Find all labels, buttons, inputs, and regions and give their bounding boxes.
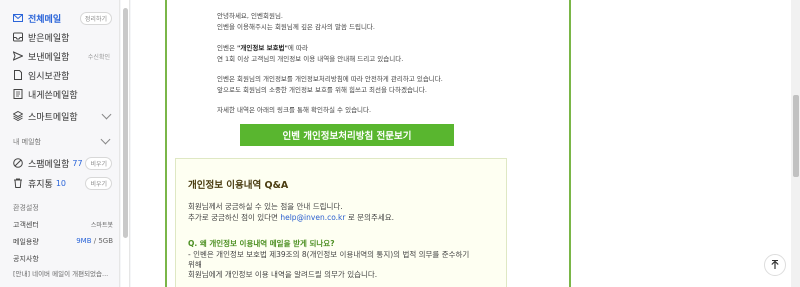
notice-text: [안내] 네이버 메일이 개편되었습... [13, 270, 109, 278]
empty-spam-button[interactable]: 비우기 [85, 156, 112, 170]
arrow-up-icon [771, 260, 779, 269]
folder-all-mail[interactable]: 전체메일 정리하기 [0, 9, 119, 27]
qa-intro-prefix: 추가로 궁금하신 점이 있다면 [188, 213, 281, 222]
capacity-used: 9MB [76, 237, 92, 245]
folder-smart[interactable]: 스마트메일함 [0, 107, 119, 125]
law-suffix: 에 따라 [287, 44, 308, 52]
qa-intro-suffix: 로 문의주세요. [345, 213, 395, 222]
layers-icon [13, 111, 23, 121]
folder-trash[interactable]: 휴지통 10 비우기 [0, 174, 119, 192]
support-label: 고객센터 [13, 221, 39, 229]
folder-label: 보낸메일함 [28, 52, 70, 63]
detail-text: 자세한 내역은 아래의 링크를 통해 확인하실 수 있습니다. [217, 106, 372, 114]
inbox-icon [13, 32, 23, 42]
help-email-link[interactable]: help@inven.co.kr [280, 213, 345, 222]
chevron-down-icon[interactable] [101, 109, 112, 120]
folder-label: 내게쓴메일함 [28, 90, 78, 101]
trash-icon [13, 178, 23, 188]
privacy-policy-button[interactable]: 인벤 개인정보처리방침 전문보기 [240, 124, 454, 146]
note-icon [13, 89, 23, 99]
empty-trash-button[interactable]: 비우기 [85, 176, 112, 190]
sidebar-scrollbar[interactable] [121, 0, 130, 287]
scrollbar-thumb[interactable] [123, 8, 128, 238]
settings-link[interactable]: 환경설정 [13, 203, 39, 213]
law-prefix: 인벤은 [217, 44, 238, 52]
folder-label: 받은메일함 [28, 33, 70, 44]
mail-app: 전체메일 정리하기 받은메일함 보낸메일함 수신확인 임시보관함 내게쓴메일함 … [0, 0, 800, 287]
folder-sent[interactable]: 보낸메일함 수신확인 [0, 47, 119, 65]
scrollbar-thumb[interactable] [793, 95, 799, 177]
law-name: "개인정보 보호법" [237, 44, 288, 52]
qa-box: 개인정보 이용내역 Q&A 회원님께서 궁금하실 수 있는 점을 안내 드립니다… [175, 158, 507, 287]
thanks-text: 인벤을 이용해주시는 회원님께 깊은 감사의 말씀 드립니다. [217, 23, 375, 31]
qa-question: Q. 왜 개인정보 이용내역 메일을 받게 되나요? [188, 239, 335, 248]
smartbot-link[interactable]: 스마트봇 [91, 220, 113, 230]
main-scrollbar[interactable] [791, 0, 800, 287]
read-receipt-link[interactable]: 수신확인 [88, 52, 110, 61]
mail-content-frame: 안녕하세요, 인벤회원님. 인벤을 이용해주시는 회원님께 깊은 감사의 말씀 … [165, 0, 571, 287]
support-row[interactable]: 고객센터 스마트봇 [13, 220, 113, 230]
capacity-row: 메일용량 9MB / 5GB [13, 237, 113, 247]
trash-count: 10 [55, 178, 67, 188]
manage-text-1: 인벤은 회원님의 개인정보를 개인정보처리방침에 따라 안전하게 관리하고 있습… [217, 75, 443, 83]
send-icon [13, 51, 23, 61]
annual-text: 연 1회 이상 고객님의 개인정보 이용 내역을 안내해 드리고 있습니다. [217, 55, 404, 63]
qa-intro-1: 회원님께서 궁금하실 수 있는 점을 안내 드립니다. [188, 202, 343, 211]
folder-drafts[interactable]: 임시보관함 [0, 66, 119, 84]
folder-spam[interactable]: 스팸메일함 77 비우기 [0, 154, 119, 172]
organize-button[interactable]: 정리하기 [79, 11, 112, 25]
greeting-text: 안녕하세요, 인벤회원님. [217, 12, 283, 20]
capacity-label: 메일용량 [13, 238, 39, 246]
draft-icon [13, 70, 23, 80]
scroll-to-top-button[interactable] [764, 254, 786, 276]
chevron-down-icon[interactable] [100, 134, 111, 145]
mail-body: 안녕하세요, 인벤회원님. 인벤을 이용해주시는 회원님께 깊은 감사의 말씀 … [131, 0, 791, 287]
qa-intro-2: 추가로 궁금하신 점이 있다면 help@inven.co.kr 로 문의주세요… [188, 212, 394, 223]
qa-answer-3: 회원님에게 개인정보 이용 내역을 알려드릴 의무가 있습니다. [188, 270, 378, 279]
folder-label: 임시보관함 [28, 71, 70, 82]
sidebar: 전체메일 정리하기 받은메일함 보낸메일함 수신확인 임시보관함 내게쓴메일함 … [0, 0, 120, 287]
my-folders-heading[interactable]: 내 메일함 [13, 137, 41, 147]
folder-label: 스마트메일함 [28, 112, 78, 123]
spam-count: 77 [72, 158, 83, 168]
folder-inbox[interactable]: 받은메일함 [0, 28, 119, 46]
folder-to-me[interactable]: 내게쓴메일함 [0, 85, 119, 103]
capacity-total: 5GB [98, 237, 113, 245]
notice-heading-row: 공지사항 [13, 254, 113, 264]
manage-text-2: 앞으로도 회원님의 소중한 개인정보 보호를 위해 힘쓰고 최선을 다하겠습니다… [217, 86, 427, 94]
law-text: 인벤은 "개인정보 보호법"에 따라 [217, 42, 308, 52]
qa-answer-1: - 인벤은 개인정보 보호법 제39조의 8(개인정보 이용내역의 통지)의 법… [188, 250, 470, 259]
notice-label: 공지사항 [13, 255, 39, 263]
block-icon [13, 158, 23, 168]
mail-icon [13, 13, 23, 23]
notice-item[interactable]: [안내] 네이버 메일이 개편되었습... [13, 268, 113, 278]
folder-label: 휴지통 [28, 179, 53, 190]
qa-title: 개인정보 이용내역 Q&A [188, 180, 289, 191]
folder-label: 스팸메일함 [28, 159, 70, 170]
folder-label: 전체메일 [28, 14, 62, 25]
capacity-value: 9MB / 5GB [76, 237, 113, 247]
